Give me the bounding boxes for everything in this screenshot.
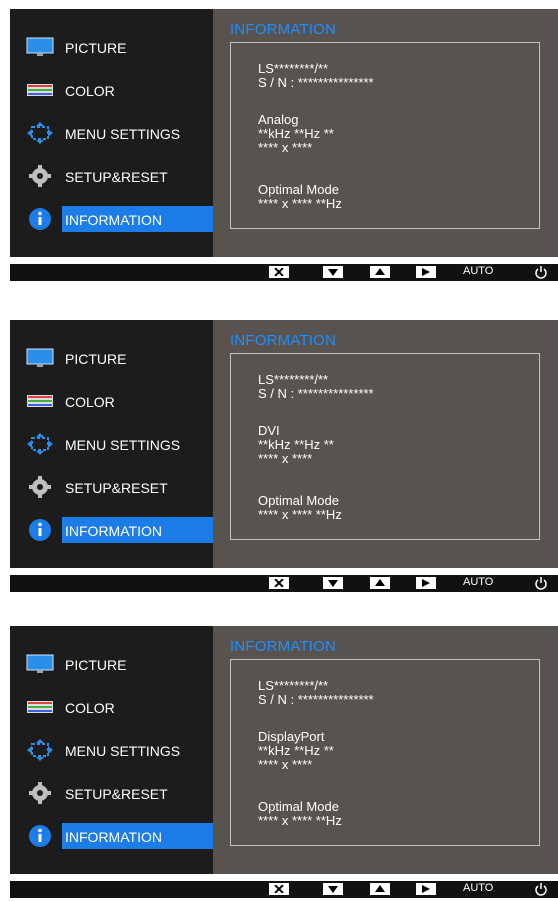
- frequency-text: **kHz **Hz **: [258, 126, 334, 141]
- osd-panel-displayport: PICTURE COLOR MENU SETTINGS SETUP&RESET: [0, 626, 558, 898]
- menu-item-menu-settings[interactable]: MENU SETTINGS: [10, 120, 213, 148]
- close-icon[interactable]: [269, 266, 289, 278]
- info-box: LS********/** S / N : *************** Di…: [230, 659, 540, 846]
- model-text: LS********/**: [258, 372, 329, 387]
- menu-item-menu-settings[interactable]: MENU SETTINGS: [10, 737, 213, 765]
- down-arrow-icon[interactable]: [323, 266, 343, 278]
- button-guide-bar: AUTO: [10, 881, 558, 898]
- osd-sidebar: PICTURE COLOR MENU SETTINGS SETUP&RESET: [10, 626, 213, 874]
- optimal-mode-value: **** x **** **Hz: [258, 507, 342, 522]
- source-text: DVI: [258, 423, 280, 438]
- model-text: LS********/**: [258, 678, 329, 693]
- menu-settings-arrows-icon: [26, 121, 54, 145]
- osd-sidebar: PICTURE COLOR MENU SETTINGS SETUP&RESET: [10, 320, 213, 568]
- monitor-icon: [26, 35, 54, 59]
- menu-item-color[interactable]: COLOR: [10, 694, 213, 722]
- right-arrow-icon[interactable]: [416, 577, 436, 589]
- frequency-text: **kHz **Hz **: [258, 743, 334, 758]
- menu-item-information[interactable]: INFORMATION: [10, 517, 213, 545]
- button-guide-bar: AUTO: [10, 575, 558, 592]
- menu-item-picture[interactable]: PICTURE: [10, 345, 213, 373]
- auto-button[interactable]: AUTO: [463, 265, 493, 277]
- serial-text: S / N : ***************: [258, 386, 374, 401]
- gear-icon: [26, 164, 54, 188]
- info-icon: [26, 207, 54, 231]
- osd-main-area: INFORMATION LS********/** S / N : ******…: [213, 626, 558, 874]
- info-icon: [26, 518, 54, 542]
- frequency-text: **kHz **Hz **: [258, 437, 334, 452]
- menu-item-information[interactable]: INFORMATION: [10, 206, 213, 234]
- right-arrow-icon[interactable]: [416, 266, 436, 278]
- up-arrow-icon[interactable]: [370, 577, 390, 589]
- serial-text: S / N : ***************: [258, 75, 374, 90]
- osd-panel-dvi: PICTURE COLOR MENU SETTINGS SETUP&RESET: [0, 320, 558, 592]
- power-icon[interactable]: [534, 576, 548, 590]
- page-title: INFORMATION: [230, 638, 337, 655]
- optimal-mode-label: Optimal Mode: [258, 182, 339, 197]
- menu-item-setup-reset[interactable]: SETUP&RESET: [10, 780, 213, 808]
- menu-item-information[interactable]: INFORMATION: [10, 823, 213, 851]
- gear-icon: [26, 475, 54, 499]
- auto-button[interactable]: AUTO: [463, 576, 493, 588]
- info-box: LS********/** S / N : *************** An…: [230, 42, 540, 229]
- menu-item-color[interactable]: COLOR: [10, 77, 213, 105]
- button-guide-bar: AUTO: [10, 264, 558, 281]
- up-arrow-icon[interactable]: [370, 266, 390, 278]
- osd-sidebar: PICTURE COLOR MENU SETTINGS SETUP&RESET: [10, 9, 213, 257]
- gear-icon: [26, 781, 54, 805]
- model-text: LS********/**: [258, 61, 329, 76]
- optimal-mode-label: Optimal Mode: [258, 799, 339, 814]
- up-arrow-icon[interactable]: [370, 883, 390, 895]
- right-arrow-icon[interactable]: [416, 883, 436, 895]
- auto-button[interactable]: AUTO: [463, 882, 493, 894]
- monitor-icon: [26, 346, 54, 370]
- power-icon[interactable]: [534, 265, 548, 279]
- menu-item-menu-settings[interactable]: MENU SETTINGS: [10, 431, 213, 459]
- source-text: DisplayPort: [258, 729, 325, 744]
- resolution-text: **** x ****: [258, 451, 313, 466]
- menu-settings-arrows-icon: [26, 432, 54, 456]
- menu-item-picture[interactable]: PICTURE: [10, 34, 213, 62]
- menu-item-setup-reset[interactable]: SETUP&RESET: [10, 474, 213, 502]
- menu-settings-arrows-icon: [26, 738, 54, 762]
- page-title: INFORMATION: [230, 332, 337, 349]
- down-arrow-icon[interactable]: [323, 577, 343, 589]
- close-icon[interactable]: [269, 577, 289, 589]
- menu-item-picture[interactable]: PICTURE: [10, 651, 213, 679]
- osd-panel-analog: PICTURE COLOR MENU SETTINGS SETUP&RESET: [0, 9, 558, 281]
- serial-text: S / N : ***************: [258, 692, 374, 707]
- color-bars-icon: [26, 389, 54, 413]
- menu-item-color[interactable]: COLOR: [10, 388, 213, 416]
- optimal-mode-label: Optimal Mode: [258, 493, 339, 508]
- close-icon[interactable]: [269, 883, 289, 895]
- resolution-text: **** x ****: [258, 140, 313, 155]
- info-box: LS********/** S / N : *************** DV…: [230, 353, 540, 540]
- resolution-text: **** x ****: [258, 757, 313, 772]
- menu-item-setup-reset[interactable]: SETUP&RESET: [10, 163, 213, 191]
- source-text: Analog: [258, 112, 299, 127]
- color-bars-icon: [26, 695, 54, 719]
- power-icon[interactable]: [534, 882, 548, 896]
- osd-main-area: INFORMATION LS********/** S / N : ******…: [213, 320, 558, 568]
- info-icon: [26, 824, 54, 848]
- osd-main-area: INFORMATION LS********/** S / N : ******…: [213, 9, 558, 257]
- page-title: INFORMATION: [230, 21, 337, 38]
- color-bars-icon: [26, 78, 54, 102]
- optimal-mode-value: **** x **** **Hz: [258, 813, 342, 828]
- down-arrow-icon[interactable]: [323, 883, 343, 895]
- monitor-icon: [26, 652, 54, 676]
- optimal-mode-value: **** x **** **Hz: [258, 196, 342, 211]
